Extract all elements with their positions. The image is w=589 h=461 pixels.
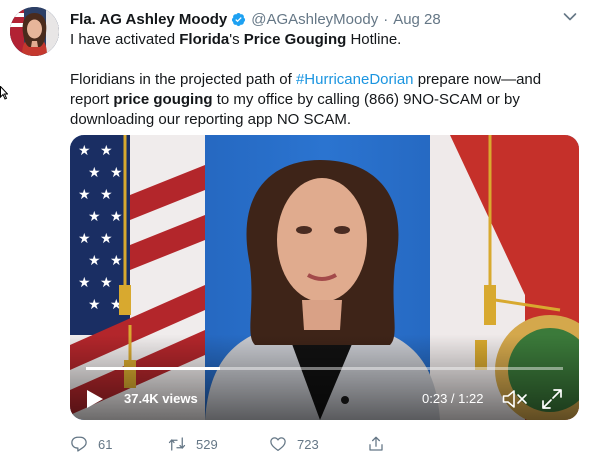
reply-icon — [71, 436, 87, 452]
fullscreen-icon[interactable] — [541, 388, 563, 410]
author-handle[interactable]: @AGAshleyMoody — [251, 11, 378, 28]
video-frame: ★★ ★★ ★★ ★★ ★★ ★★ ★★ ★★ — [70, 135, 579, 420]
tweet-text: I have activated Florida's Price Gouging… — [70, 30, 575, 130]
caret-down-icon[interactable] — [563, 12, 577, 22]
retweet-button[interactable]: 529 — [168, 435, 218, 453]
text-span: I have activated — [70, 31, 180, 48]
like-icon — [270, 437, 286, 452]
reply-count: 61 — [98, 436, 113, 452]
separator-dot: · — [383, 10, 389, 28]
share-button[interactable] — [367, 435, 395, 453]
text-span: 's — [229, 31, 244, 48]
progress-bar[interactable] — [86, 367, 563, 370]
tweet-date[interactable]: Aug 28 — [393, 11, 441, 28]
tweet-header: Fla. AG Ashley Moody @AGAshleyMoody · Au… — [70, 9, 441, 29]
retweet-icon — [168, 437, 186, 451]
author-name[interactable]: Fla. AG Ashley Moody — [70, 11, 227, 28]
text-span: Hotline. — [346, 31, 402, 48]
text-span: Floridians in the projected path of — [70, 71, 296, 88]
video-time: 0:23 / 1:22 — [422, 391, 484, 406]
tweet-actions: 61 529 723 — [70, 435, 400, 455]
bold-text: Florida — [179, 31, 230, 48]
tweet-paragraph-2: Floridians in the projected path of #Hur… — [70, 70, 575, 130]
retweet-count: 529 — [196, 436, 218, 452]
progress-fill — [86, 367, 220, 370]
like-count: 723 — [297, 436, 319, 452]
mouse-cursor-icon — [0, 86, 8, 100]
view-count: 37.4K views — [124, 391, 198, 406]
mute-icon[interactable] — [502, 388, 528, 410]
reply-button[interactable]: 61 — [70, 435, 112, 453]
bold-text: price gouging — [113, 91, 213, 108]
bold-text: Price Gouging — [243, 31, 347, 48]
share-icon — [369, 436, 383, 451]
verified-badge-icon — [232, 12, 246, 26]
hashtag-link[interactable]: #HurricaneDorian — [296, 71, 414, 88]
play-icon[interactable] — [86, 389, 104, 409]
like-button[interactable]: 723 — [269, 435, 319, 453]
video-player[interactable]: ★★ ★★ ★★ ★★ ★★ ★★ ★★ ★★ — [70, 135, 579, 420]
tweet-paragraph-1: I have activated Florida's Price Gouging… — [70, 30, 575, 50]
avatar[interactable] — [10, 7, 59, 56]
